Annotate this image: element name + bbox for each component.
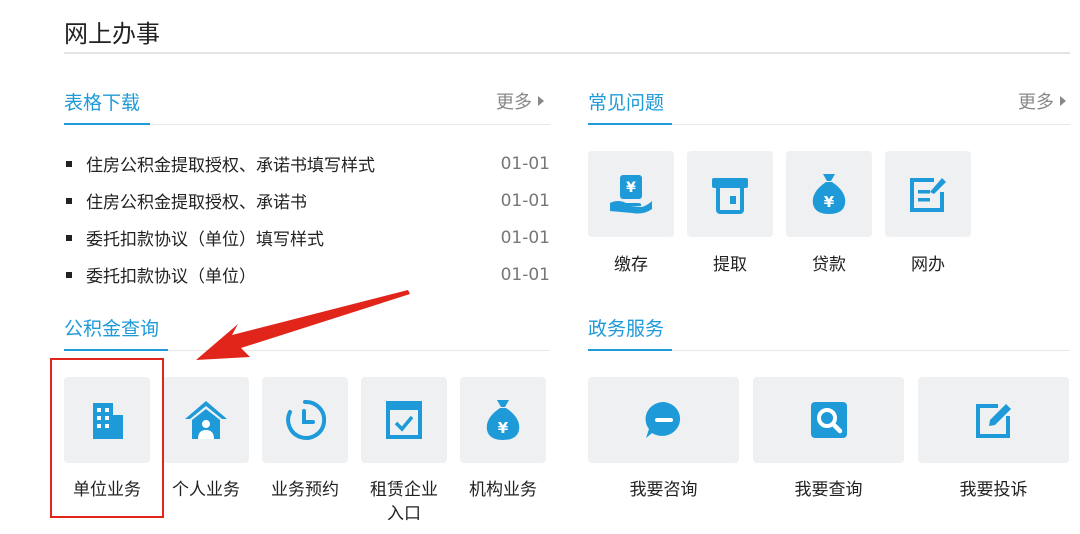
red-arrow-annotation [196,290,410,360]
